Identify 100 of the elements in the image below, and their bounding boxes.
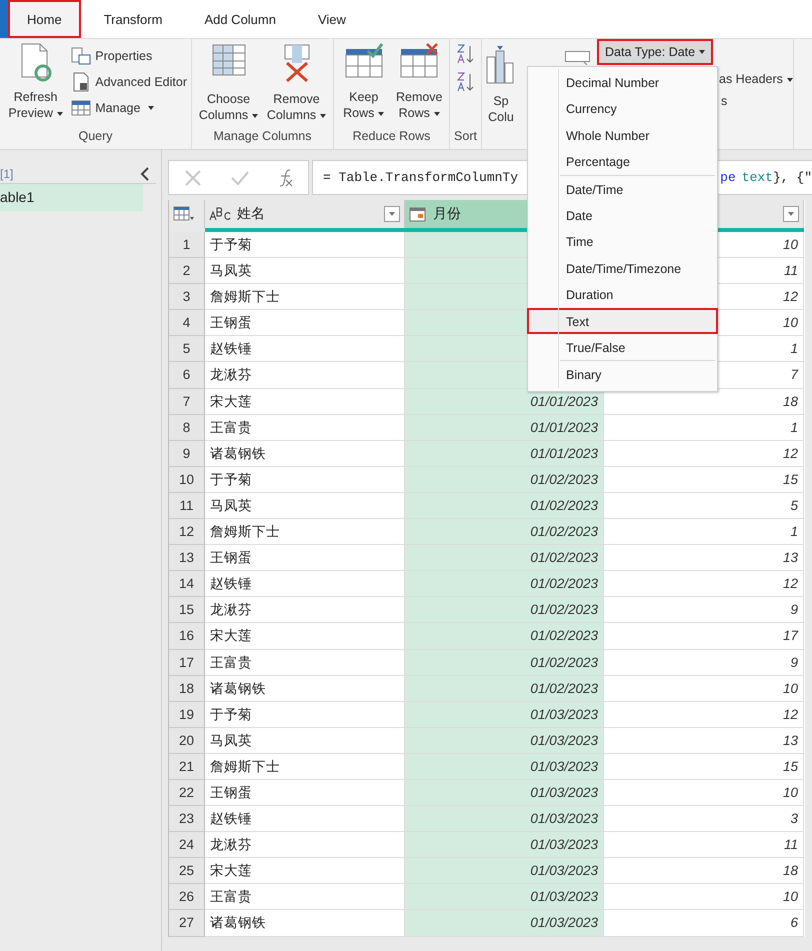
table-cell: 01/01/2023 [405, 440, 604, 467]
table-cell: 于予菊 [205, 232, 405, 258]
table-cell: 马凤英 [205, 728, 405, 754]
table-cell: 12 [604, 702, 804, 728]
table-cell: 龙湫芬 [205, 597, 405, 624]
row-number: 3 [169, 284, 205, 310]
group-label: Query [77, 128, 114, 145]
table-cell: 王钢蛋 [205, 310, 405, 336]
table-cell: 01/03/2023 [405, 884, 604, 910]
table-cell: 6 [604, 910, 804, 937]
table-cell: 10 [604, 884, 804, 910]
row-number: 2 [169, 258, 205, 284]
table-cell: 01/03/2023 [405, 806, 604, 832]
row-number: 4 [169, 310, 205, 336]
table-cell: 5 [604, 492, 804, 520]
row-number: 26 [169, 884, 205, 910]
table-cell: 宋大莲 [205, 858, 405, 884]
row-number: 17 [169, 650, 205, 676]
table-cell: 1 [604, 519, 804, 546]
table-cell: 01/03/2023 [405, 832, 604, 858]
table-cell: 01/02/2023 [405, 623, 604, 650]
row-number: 5 [169, 336, 205, 362]
row-number: 7 [169, 388, 205, 415]
table-cell: 15 [604, 466, 804, 493]
row-number: 22 [169, 780, 205, 806]
table-cell: 01/03/2023 [405, 910, 604, 937]
table-cell: 12 [604, 571, 804, 598]
table-cell: 01/01/2023 [405, 414, 604, 441]
table-cell: 赵铁锤 [205, 806, 405, 832]
table-cell: 01/02/2023 [405, 650, 604, 676]
table-cell: 01/03/2023 [405, 780, 604, 806]
row-number: 9 [169, 440, 205, 467]
table-cell: 12 [604, 440, 804, 467]
table-cell: 10 [604, 780, 804, 806]
table-cell: 01/02/2023 [405, 676, 604, 702]
table-cell: 1 [604, 414, 804, 441]
table-cell: 宋大莲 [205, 388, 405, 415]
table-cell: 01/03/2023 [405, 858, 604, 884]
row-number: 13 [169, 545, 205, 572]
row-number: 6 [169, 362, 205, 389]
table-cell: 01/02/2023 [405, 519, 604, 546]
table-cell: 诸葛钢铁 [205, 440, 405, 467]
row-number: 15 [169, 597, 205, 624]
table-cell: 01/02/2023 [405, 492, 604, 520]
row-number: 21 [169, 754, 205, 780]
row-number: 1 [169, 232, 205, 258]
table-cell: 10 [604, 676, 804, 702]
row-number: 20 [169, 728, 205, 754]
table-cell: 01/02/2023 [405, 597, 604, 624]
table-cell: 龙湫芬 [205, 832, 405, 858]
table-cell: 15 [604, 754, 804, 780]
row-number: 24 [169, 832, 205, 858]
table-cell: 王富贵 [205, 414, 405, 441]
table-cell: 于予菊 [205, 466, 405, 493]
table-cell: 11 [604, 832, 804, 858]
table-cell: 龙湫芬 [205, 362, 405, 389]
row-number: 27 [169, 910, 205, 937]
table-cell: 詹姆斯下士 [205, 519, 405, 546]
table-cell: 13 [604, 728, 804, 754]
table-cell: 王富贵 [205, 650, 405, 676]
row-number: 19 [169, 702, 205, 728]
table-cell: 诸葛钢铁 [205, 910, 405, 937]
table-cell: 01/02/2023 [405, 466, 604, 493]
table-cell: 赵铁锤 [205, 336, 405, 362]
row-number: 10 [169, 466, 205, 493]
table-cell: 18 [604, 388, 804, 415]
table-cell: 01/03/2023 [405, 754, 604, 780]
table-cell: 于予菊 [205, 702, 405, 728]
table-cell: 01/01/2023 [405, 388, 604, 415]
table-cell: 01/03/2023 [405, 702, 604, 728]
group-label: Reduce Rows [352, 128, 432, 145]
table-cell: 13 [604, 545, 804, 572]
row-number: 23 [169, 806, 205, 832]
table-cell: 3 [604, 806, 804, 832]
row-number: 14 [169, 571, 205, 598]
table-cell: 01/03/2023 [405, 728, 604, 754]
table-cell: 诸葛钢铁 [205, 676, 405, 702]
row-number: 11 [169, 492, 205, 520]
table-cell: 王富贵 [205, 884, 405, 910]
query-group-label: [1] [0, 166, 14, 180]
table-cell: 赵铁锤 [205, 571, 405, 598]
table-cell: 17 [604, 623, 804, 650]
row-number: 16 [169, 623, 205, 650]
table-cell: 18 [604, 858, 804, 884]
table-cell: 王钢蛋 [205, 780, 405, 806]
table-cell: 马凤英 [205, 492, 405, 520]
row-number: 8 [169, 414, 205, 441]
table-cell: 9 [604, 597, 804, 624]
table-cell: 宋大莲 [205, 623, 405, 650]
row-number: 18 [169, 676, 205, 702]
group-label: Sort [453, 128, 478, 145]
row-number: 25 [169, 858, 205, 884]
group-label: Manage Columns [212, 128, 312, 145]
table-cell: 詹姆斯下士 [205, 754, 405, 780]
table-cell: 王钢蛋 [205, 545, 405, 572]
row-number: 12 [169, 519, 205, 546]
table-cell: 01/02/2023 [405, 545, 604, 572]
table-cell: 詹姆斯下士 [205, 284, 405, 310]
table-cell: 01/02/2023 [405, 571, 604, 598]
table-cell: 马凤英 [205, 258, 405, 284]
